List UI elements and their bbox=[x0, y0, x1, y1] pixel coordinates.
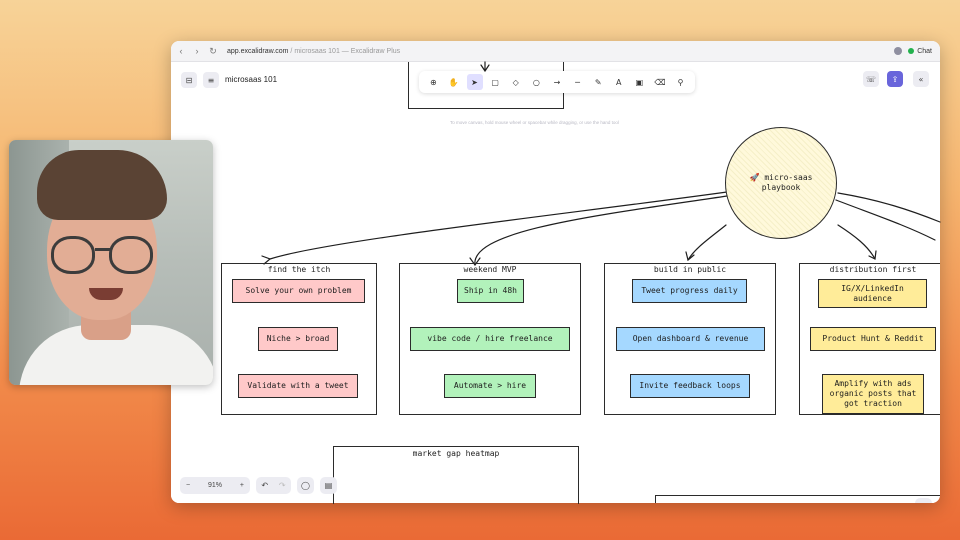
diamond-icon[interactable]: ◇ bbox=[508, 74, 524, 90]
card[interactable]: Automate > hire bbox=[444, 374, 536, 398]
library-icon[interactable]: ▤ bbox=[320, 477, 337, 494]
zoom-controls: − 91% + bbox=[180, 477, 250, 494]
card[interactable]: Solve your own problem bbox=[232, 279, 365, 303]
card[interactable]: Amplify with ads organic posts that got … bbox=[822, 374, 924, 414]
card[interactable]: Product Hunt & Reddit bbox=[810, 327, 936, 351]
card[interactable]: Ship in 48h bbox=[457, 279, 524, 303]
chat-icon bbox=[908, 48, 915, 54]
zoom-out-icon[interactable]: − bbox=[186, 482, 190, 489]
undo-icon[interactable]: ↶ bbox=[261, 481, 268, 490]
webcam-video bbox=[9, 140, 213, 385]
document-title[interactable]: microsaas 101 bbox=[225, 75, 277, 84]
collapse-icon[interactable]: « bbox=[913, 71, 929, 87]
frame-title: build in public bbox=[653, 265, 727, 274]
undo-redo-group: ↶ ↷ bbox=[256, 477, 291, 494]
extension-icon[interactable] bbox=[894, 47, 903, 55]
redo-icon[interactable]: ↷ bbox=[279, 481, 286, 490]
frame-title: market gap heatmap bbox=[412, 449, 500, 458]
url-text[interactable]: app.excalidraw.com / microsaas 101 — Exc… bbox=[227, 48, 400, 55]
sidebar-toggle-icon[interactable]: ⊟ bbox=[181, 72, 197, 88]
frame-title: weekend MVP bbox=[463, 265, 517, 274]
playbook-circle[interactable]: 🚀 micro-saas playbook bbox=[725, 127, 837, 239]
menu-icon[interactable]: ≡ bbox=[203, 72, 219, 88]
selection-icon[interactable]: ➤ bbox=[466, 74, 483, 90]
circle-line-1: micro-saas bbox=[764, 172, 813, 182]
circle-line-2: playbook bbox=[761, 183, 801, 192]
card[interactable]: IG/X/LinkedIn audience bbox=[818, 279, 927, 308]
card[interactable]: Niche > broad bbox=[258, 327, 338, 351]
comment-icon[interactable]: ◯ bbox=[297, 477, 314, 494]
lock-icon[interactable]: ⊕ bbox=[425, 74, 441, 90]
text-icon[interactable]: A bbox=[611, 74, 627, 90]
card[interactable]: Validate with a tweet bbox=[238, 374, 358, 398]
rectangle-icon[interactable]: ▢ bbox=[487, 74, 503, 90]
hand-icon[interactable]: ✋ bbox=[446, 74, 462, 90]
zoom-in-icon[interactable]: + bbox=[240, 482, 244, 489]
forward-arrow-icon[interactable]: › bbox=[191, 46, 203, 56]
partial-frame-bottom bbox=[655, 495, 940, 503]
share-icon[interactable]: ⇪ bbox=[887, 71, 903, 87]
frame-title: distribution first bbox=[829, 265, 917, 274]
card[interactable]: Open dashboard & revenue bbox=[616, 327, 765, 351]
ellipse-icon[interactable]: ○ bbox=[528, 74, 544, 90]
canvas-hint: To move canvas, hold mouse wheel or spac… bbox=[450, 120, 619, 125]
more-tools-icon[interactable]: ⚲ bbox=[673, 74, 689, 90]
arrow-icon[interactable]: → bbox=[549, 74, 565, 90]
card[interactable]: Tweet progress daily bbox=[632, 279, 747, 303]
shape-toolbar: ⊕ ✋ ➤ ▢ ◇ ○ → ─ ✎ A ▣ ⌫ ⚲ bbox=[419, 71, 695, 93]
pencil-icon[interactable]: ✎ bbox=[590, 74, 606, 90]
card[interactable]: vibe code / hire freelance bbox=[410, 327, 570, 351]
zoom-level[interactable]: 91% bbox=[208, 482, 222, 489]
back-arrow-icon[interactable]: ‹ bbox=[175, 46, 187, 56]
reload-icon[interactable]: ↻ bbox=[207, 46, 219, 57]
eraser-icon[interactable]: ⌫ bbox=[652, 74, 668, 90]
rocket-icon: 🚀 bbox=[749, 172, 760, 182]
card[interactable]: Invite feedback loops bbox=[630, 374, 750, 398]
image-icon[interactable]: ▣ bbox=[631, 74, 647, 90]
phone-icon[interactable]: ☏ bbox=[863, 71, 879, 87]
line-icon[interactable]: ─ bbox=[570, 74, 586, 90]
address-bar: ‹ › ↻ app.excalidraw.com / microsaas 101… bbox=[171, 41, 940, 62]
chat-button[interactable]: Chat bbox=[908, 48, 932, 55]
frame-title: find the itch bbox=[267, 265, 331, 274]
